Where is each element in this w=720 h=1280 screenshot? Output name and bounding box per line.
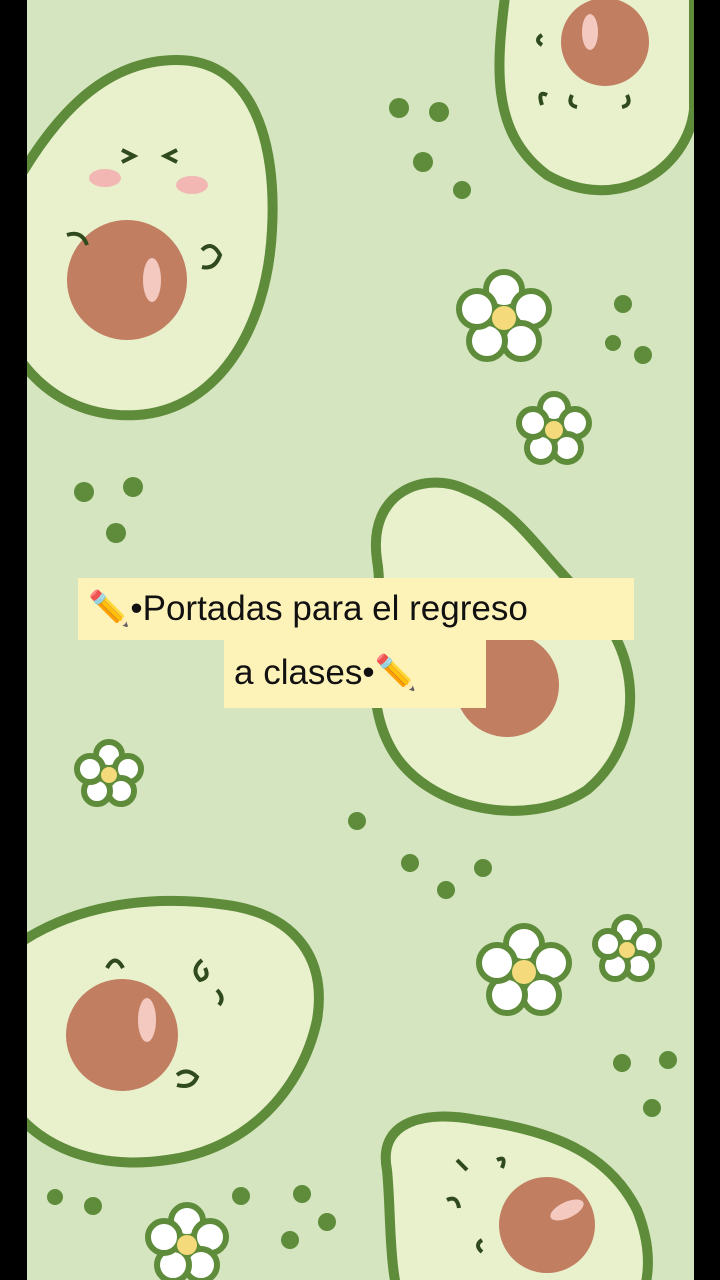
video-frame bbox=[0, 0, 720, 1280]
avocado-wallpaper bbox=[27, 0, 694, 1280]
wallpaper-illustration bbox=[27, 0, 694, 1280]
flower-4 bbox=[476, 923, 572, 1016]
avocado-bottom-left bbox=[27, 895, 324, 1168]
flower-5 bbox=[592, 914, 662, 982]
avocado-top-right bbox=[494, 0, 694, 196]
avocado-bottom-right bbox=[380, 1111, 653, 1280]
flower-1 bbox=[456, 269, 552, 362]
avocado-middle-right bbox=[369, 477, 636, 816]
flower-3 bbox=[74, 739, 144, 807]
flower-6 bbox=[145, 1202, 229, 1280]
flower-2 bbox=[516, 391, 592, 465]
avocado-top-left bbox=[27, 54, 278, 421]
